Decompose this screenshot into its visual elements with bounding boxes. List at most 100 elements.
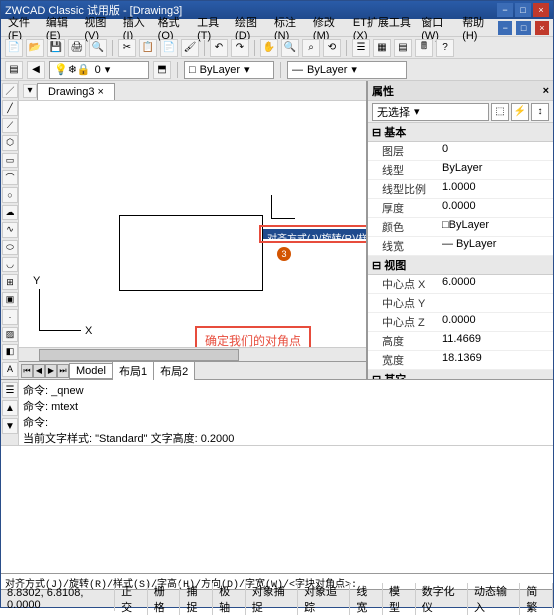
open-icon[interactable]: 📂 bbox=[26, 39, 44, 57]
cmd-history-icon[interactable]: ☰ bbox=[2, 382, 18, 398]
match-icon[interactable]: 🖌 bbox=[181, 39, 199, 57]
draw-toolbar: ／ ╱ ⟋ ⬡ ▭ ⌒ ○ ☁ ∿ ⬭ ◡ ⊞ ▣ · ▨ ◧ A bbox=[1, 81, 19, 379]
cat-visual[interactable]: ⊟ 视图 bbox=[368, 256, 553, 275]
cmd-up-icon[interactable]: ▲ bbox=[2, 400, 18, 416]
text-icon[interactable]: A bbox=[2, 362, 18, 377]
undo-icon[interactable]: ↶ bbox=[210, 39, 228, 57]
menu-file[interactable]: 文件(F) bbox=[5, 14, 41, 42]
zoom-icon[interactable]: 🔍 bbox=[281, 39, 299, 57]
select-objects-icon[interactable]: ⬚ bbox=[491, 103, 509, 121]
cat-other[interactable]: ⊟ 其它 bbox=[368, 370, 553, 379]
pan-icon[interactable]: ✋ bbox=[260, 39, 278, 57]
status-snap[interactable]: 捕捉 bbox=[180, 583, 213, 615]
ellipse-arc-icon[interactable]: ◡ bbox=[2, 257, 18, 272]
doc-minimize-button[interactable]: − bbox=[498, 21, 512, 35]
menu-view[interactable]: 视图(V) bbox=[81, 14, 117, 42]
cmd-down-icon[interactable]: ▼ bbox=[2, 418, 18, 434]
save-icon[interactable]: 💾 bbox=[47, 39, 65, 57]
polygon-icon[interactable]: ⬡ bbox=[2, 135, 18, 150]
menu-edit[interactable]: 编辑(E) bbox=[43, 14, 79, 42]
copy-icon[interactable]: 📋 bbox=[139, 39, 157, 57]
print-icon[interactable]: 🖨 bbox=[68, 39, 86, 57]
doc-tab[interactable]: Drawing3 × bbox=[37, 83, 115, 100]
ellipse-icon[interactable]: ⬭ bbox=[2, 240, 18, 255]
status-otrack[interactable]: 对象追踪 bbox=[298, 583, 350, 615]
point-icon[interactable]: · bbox=[2, 309, 18, 324]
toggle-pik-icon[interactable]: ↕ bbox=[531, 103, 549, 121]
cut-icon[interactable]: ✂ bbox=[118, 39, 136, 57]
menu-format[interactable]: 格式(O) bbox=[155, 14, 192, 42]
status-lang[interactable]: 简繁 bbox=[520, 583, 553, 615]
menu-window[interactable]: 窗口(W) bbox=[418, 14, 457, 42]
status-ortho[interactable]: 正交 bbox=[115, 583, 148, 615]
command-history[interactable]: 命令: _qnew 命令: mtext 命令: 当前文字样式: "Standar… bbox=[19, 380, 553, 445]
layout-tabs: ⏮ ◀ ▶ ⏭ Model 布局1 布局2 bbox=[19, 361, 366, 379]
tool-palette-icon[interactable]: ▤ bbox=[394, 39, 412, 57]
tab-layout1[interactable]: 布局1 bbox=[112, 361, 154, 381]
rectangle-icon[interactable]: ▭ bbox=[2, 153, 18, 168]
doc-close-button[interactable]: × bbox=[535, 21, 549, 35]
arc-icon[interactable]: ⌒ bbox=[2, 170, 18, 185]
insert-icon[interactable]: ⊞ bbox=[2, 274, 18, 289]
revcloud-icon[interactable]: ☁ bbox=[2, 205, 18, 220]
status-grid[interactable]: 栅格 bbox=[148, 583, 181, 615]
status-lwt[interactable]: 线宽 bbox=[350, 583, 383, 615]
close-button[interactable]: × bbox=[533, 3, 549, 17]
tab-layout2[interactable]: 布局2 bbox=[153, 361, 195, 381]
preview-icon[interactable]: 🔍 bbox=[89, 39, 107, 57]
zoom-prev-icon[interactable]: ⟲ bbox=[323, 39, 341, 57]
properties-grid[interactable]: ⊟ 基本 图层0 线型ByLayer 线型比例1.0000 厚度0.0000 颜… bbox=[368, 123, 553, 379]
layer-combo[interactable]: 💡❄🔒 0 ▾ bbox=[49, 61, 149, 79]
hscrollbar[interactable] bbox=[19, 347, 366, 361]
tab-model[interactable]: Model bbox=[69, 363, 113, 379]
tab-menu-icon[interactable]: ▾ bbox=[23, 84, 37, 98]
tab-last-icon[interactable]: ⏭ bbox=[57, 364, 69, 378]
menu-draw[interactable]: 绘图(D) bbox=[232, 14, 269, 42]
block-icon[interactable]: ▣ bbox=[2, 292, 18, 307]
polyline-icon[interactable]: ⟋ bbox=[2, 118, 18, 133]
color-combo[interactable]: □ ByLayer ▾ bbox=[184, 61, 274, 79]
status-model[interactable]: 模型 bbox=[383, 583, 416, 615]
zoom-window-icon[interactable]: ⌕ bbox=[302, 39, 320, 57]
drawing-canvas[interactable]: 对齐方式(J)/旋转(R)/样式(S)/字高(H)/方向(D)/字宽(W)/<字… bbox=[19, 101, 366, 347]
minimize-button[interactable]: − bbox=[497, 3, 513, 17]
calc-icon[interactable]: 🖩 bbox=[415, 39, 433, 57]
tab-first-icon[interactable]: ⏮ bbox=[21, 364, 33, 378]
cat-basic[interactable]: ⊟ 基本 bbox=[368, 123, 553, 142]
line-icon[interactable]: ／ bbox=[2, 83, 18, 98]
hatch-icon[interactable]: ▨ bbox=[2, 327, 18, 342]
help-icon[interactable]: ? bbox=[436, 39, 454, 57]
paste-icon[interactable]: 📄 bbox=[160, 39, 178, 57]
menu-dimension[interactable]: 标注(N) bbox=[271, 14, 308, 42]
menu-tools[interactable]: 工具(T) bbox=[194, 14, 230, 42]
status-osnap[interactable]: 对象捕捉 bbox=[246, 583, 298, 615]
redo-icon[interactable]: ↷ bbox=[231, 39, 249, 57]
properties-icon[interactable]: ☰ bbox=[352, 39, 370, 57]
menu-et[interactable]: ET扩展工具(X) bbox=[350, 14, 416, 42]
new-icon[interactable]: 📄 bbox=[5, 39, 23, 57]
tab-next-icon[interactable]: ▶ bbox=[45, 364, 57, 378]
spline-icon[interactable]: ∿ bbox=[2, 222, 18, 237]
maximize-button[interactable]: □ bbox=[515, 3, 531, 17]
panel-close-icon[interactable]: × bbox=[543, 85, 549, 97]
linetype-combo[interactable]: — ByLayer ▾ bbox=[287, 61, 407, 79]
tab-prev-icon[interactable]: ◀ bbox=[33, 364, 45, 378]
doc-restore-button[interactable]: □ bbox=[516, 21, 530, 35]
circle-icon[interactable]: ○ bbox=[2, 187, 18, 202]
region-icon[interactable]: ◧ bbox=[2, 344, 18, 359]
status-polar[interactable]: 极轴 bbox=[213, 583, 246, 615]
xline-icon[interactable]: ╱ bbox=[2, 100, 18, 115]
status-digitizer[interactable]: 数字化仪 bbox=[416, 583, 468, 615]
layer-state-icon[interactable]: ⬒ bbox=[153, 61, 171, 79]
menu-help[interactable]: 帮助(H) bbox=[459, 14, 496, 42]
quick-select-icon[interactable]: ⚡ bbox=[511, 103, 529, 121]
layer-prev-icon[interactable]: ◀ bbox=[27, 61, 45, 79]
menu-modify[interactable]: 修改(M) bbox=[310, 14, 348, 42]
design-center-icon[interactable]: ▦ bbox=[373, 39, 391, 57]
layer-manager-icon[interactable]: ▤ bbox=[5, 61, 23, 79]
menu-insert[interactable]: 插入(I) bbox=[120, 14, 153, 42]
status-dyn[interactable]: 动态输入 bbox=[468, 583, 520, 615]
tooltip-highlight: 对齐方式(J)/旋转(R)/样式(S)/字高(H)/方向(D)/字宽(W)/<字… bbox=[259, 225, 366, 243]
layer-toolbar: ▤ ◀ 💡❄🔒 0 ▾ ⬒ □ ByLayer ▾ — ByLayer ▾ bbox=[1, 59, 553, 81]
selection-combo[interactable]: 无选择 ▾ bbox=[372, 103, 489, 121]
